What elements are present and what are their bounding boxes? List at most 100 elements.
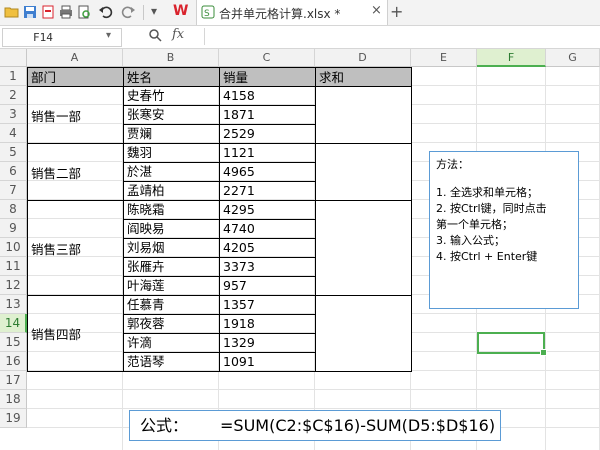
select-all-corner[interactable] [0, 49, 27, 67]
row-header-9[interactable]: 9 [0, 219, 27, 238]
formula-input[interactable] [204, 28, 599, 45]
sales-cell[interactable]: 1091 [219, 352, 316, 372]
sales-cell[interactable]: 1357 [219, 295, 316, 315]
column-header-g[interactable]: G [546, 49, 600, 67]
fill-handle[interactable] [540, 349, 547, 356]
sales-cell[interactable]: 2529 [219, 124, 316, 144]
row-header-14[interactable]: 14 [0, 314, 27, 333]
name-cell[interactable]: 於湛 [123, 162, 220, 182]
sales-cell[interactable]: 1918 [219, 314, 316, 334]
row-header-18[interactable]: 18 [0, 390, 27, 409]
name-cell[interactable]: 任慕青 [123, 295, 220, 315]
print-preview-icon[interactable] [76, 4, 92, 20]
row-header-6[interactable]: 6 [0, 162, 27, 181]
name-cell[interactable]: 张雁卉 [123, 257, 220, 277]
name-box[interactable]: F14 ▾ [2, 28, 122, 47]
sales-cell[interactable]: 4205 [219, 238, 316, 258]
department-merged-cell-text: 销售一部 [31, 108, 82, 124]
row-header-4[interactable]: 4 [0, 124, 27, 143]
name-cell[interactable]: 刘易烟 [123, 238, 220, 258]
wps-logo-icon[interactable]: W [173, 3, 188, 19]
print-icon[interactable] [58, 4, 74, 20]
row-header-10[interactable]: 10 [0, 238, 27, 257]
sales-cell[interactable]: 4295 [219, 200, 316, 220]
table-header-cell[interactable]: 销量 [219, 67, 316, 87]
zoom-icon[interactable] [148, 28, 162, 42]
insert-function-icon[interactable]: fx [172, 27, 184, 42]
column-header-a[interactable]: A [27, 49, 123, 67]
department-merged-cell[interactable]: 销售二部 [27, 143, 124, 201]
redo-icon[interactable] [120, 4, 136, 20]
row-header-3[interactable]: 3 [0, 105, 27, 124]
department-merged-cell[interactable]: 销售一部 [27, 86, 124, 144]
name-cell[interactable]: 孟靖柏 [123, 181, 220, 201]
undo-icon[interactable] [98, 4, 114, 20]
sales-cell[interactable]: 2271 [219, 181, 316, 201]
table-header-cell[interactable]: 姓名 [123, 67, 220, 87]
name-cell[interactable]: 张寒安 [123, 105, 220, 125]
quick-access-toolbar: ▾ W S 合并单元格计算.xlsx * × + [0, 0, 600, 26]
chevron-down-icon[interactable]: ▾ [106, 30, 111, 41]
method-note-textbox[interactable]: 方法： 1. 全选求和单元格； 2. 按Ctrl键，同时点击 第一个单元格； 3… [429, 151, 579, 309]
sales-cell-text: 4740 [223, 221, 255, 236]
sales-cell[interactable]: 4740 [219, 219, 316, 239]
sales-cell[interactable]: 1329 [219, 333, 316, 353]
row-header-15[interactable]: 15 [0, 333, 27, 352]
folder-icon[interactable] [4, 4, 20, 20]
row-header-12[interactable]: 12 [0, 276, 27, 295]
save-icon[interactable] [22, 4, 38, 20]
document-tab[interactable]: S 合并单元格计算.xlsx * × [196, 0, 388, 25]
name-cell[interactable]: 叶海莲 [123, 276, 220, 296]
name-cell-text: 魏羽 [127, 145, 153, 160]
column-header-e[interactable]: E [411, 49, 477, 67]
export-pdf-icon[interactable] [40, 4, 56, 20]
name-cell[interactable]: 郭夜蓉 [123, 314, 220, 334]
sales-cell[interactable]: 957 [219, 276, 316, 296]
new-tab-icon[interactable]: + [390, 2, 403, 21]
department-merged-cell-text: 销售四部 [31, 327, 82, 342]
table-header-cell[interactable]: 部门 [27, 67, 124, 87]
sales-cell[interactable]: 1121 [219, 143, 316, 163]
sum-merged-cell[interactable] [315, 200, 412, 296]
row-header-17[interactable]: 17 [0, 371, 27, 390]
name-cell[interactable]: 史春竹 [123, 86, 220, 106]
name-cell-text: 史春竹 [127, 88, 165, 103]
row-header-19[interactable]: 19 [0, 409, 27, 428]
sum-merged-cell[interactable] [315, 143, 412, 201]
row-header-1[interactable]: 1 [0, 67, 27, 86]
name-cell[interactable]: 贾斓 [123, 124, 220, 144]
department-merged-cell[interactable]: 销售四部 [27, 295, 124, 372]
column-header-b[interactable]: B [123, 49, 219, 67]
sales-cell[interactable]: 4965 [219, 162, 316, 182]
name-cell[interactable]: 魏羽 [123, 143, 220, 163]
active-cell-selection[interactable] [477, 332, 547, 356]
row-header-7[interactable]: 7 [0, 181, 27, 200]
name-cell[interactable]: 陈晓霜 [123, 200, 220, 220]
name-cell[interactable]: 阎映易 [123, 219, 220, 239]
department-merged-cell[interactable]: 销售三部 [27, 200, 124, 296]
table-header-cell[interactable]: 求和 [315, 67, 412, 87]
note-line: 3. 输入公式； [436, 234, 505, 247]
sales-cell[interactable]: 4158 [219, 86, 316, 106]
sum-merged-cell[interactable] [315, 295, 412, 372]
row-header-5[interactable]: 5 [0, 143, 27, 162]
name-cell-text: 任慕青 [127, 297, 165, 312]
name-cell[interactable]: 范语琴 [123, 352, 220, 372]
row-header-11[interactable]: 11 [0, 257, 27, 276]
column-header-d[interactable]: D [315, 49, 411, 67]
customize-icon[interactable]: ▾ [151, 4, 157, 18]
column-header-c[interactable]: C [219, 49, 315, 67]
note-line: 2. 按Ctrl键，同时点击 [436, 202, 547, 215]
column-header-f[interactable]: F [477, 49, 546, 67]
row-header-8[interactable]: 8 [0, 200, 27, 219]
sales-cell[interactable]: 3373 [219, 257, 316, 277]
row-header-2[interactable]: 2 [0, 86, 27, 105]
row-header-13[interactable]: 13 [0, 295, 27, 314]
formula-textbox[interactable]: 公式： =SUM(C2:$C$16)-SUM(D5:$D$16) [129, 410, 501, 441]
close-tab-icon[interactable]: × [371, 3, 382, 18]
document-tab-title: 合并单元格计算.xlsx * [219, 7, 341, 21]
sales-cell[interactable]: 1871 [219, 105, 316, 125]
name-cell[interactable]: 许滴 [123, 333, 220, 353]
row-header-16[interactable]: 16 [0, 352, 27, 371]
sum-merged-cell[interactable] [315, 86, 412, 144]
